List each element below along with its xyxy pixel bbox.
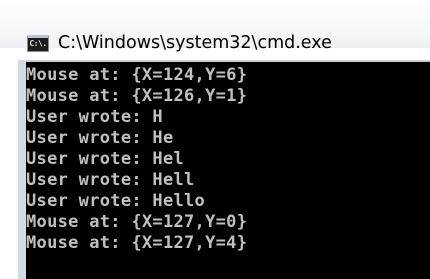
- cmd-console-icon[interactable]: C:\.: [27, 35, 49, 52]
- title-bar[interactable]: C:\. C:\Windows\system32\cmd.exe: [0, 0, 430, 53]
- window-title: C:\Windows\system32\cmd.exe: [58, 33, 332, 53]
- console-line: User wrote: Hel: [26, 149, 185, 169]
- console-line: User wrote: Hello: [26, 191, 206, 211]
- console-line: Mouse at: {X=124,Y=6}: [26, 65, 248, 85]
- console-line: Mouse at: {X=127,Y=4}: [26, 233, 248, 253]
- console-line: Mouse at: {X=126,Y=1}: [26, 86, 248, 106]
- console-lines: Mouse at: {X=124,Y=6} Mouse at: {X=126,Y…: [26, 65, 247, 254]
- console-output[interactable]: Mouse at: {X=124,Y=6} Mouse at: {X=126,Y…: [26, 60, 430, 279]
- console-line: User wrote: H: [26, 107, 163, 127]
- console-line: User wrote: He: [26, 128, 174, 148]
- cmd-window: C:\. C:\Windows\system32\cmd.exe Mouse a…: [0, 0, 430, 279]
- window-frame-left: [18, 60, 26, 279]
- console-line: Mouse at: {X=127,Y=0}: [26, 212, 248, 232]
- console-line: User wrote: Hell: [26, 170, 195, 190]
